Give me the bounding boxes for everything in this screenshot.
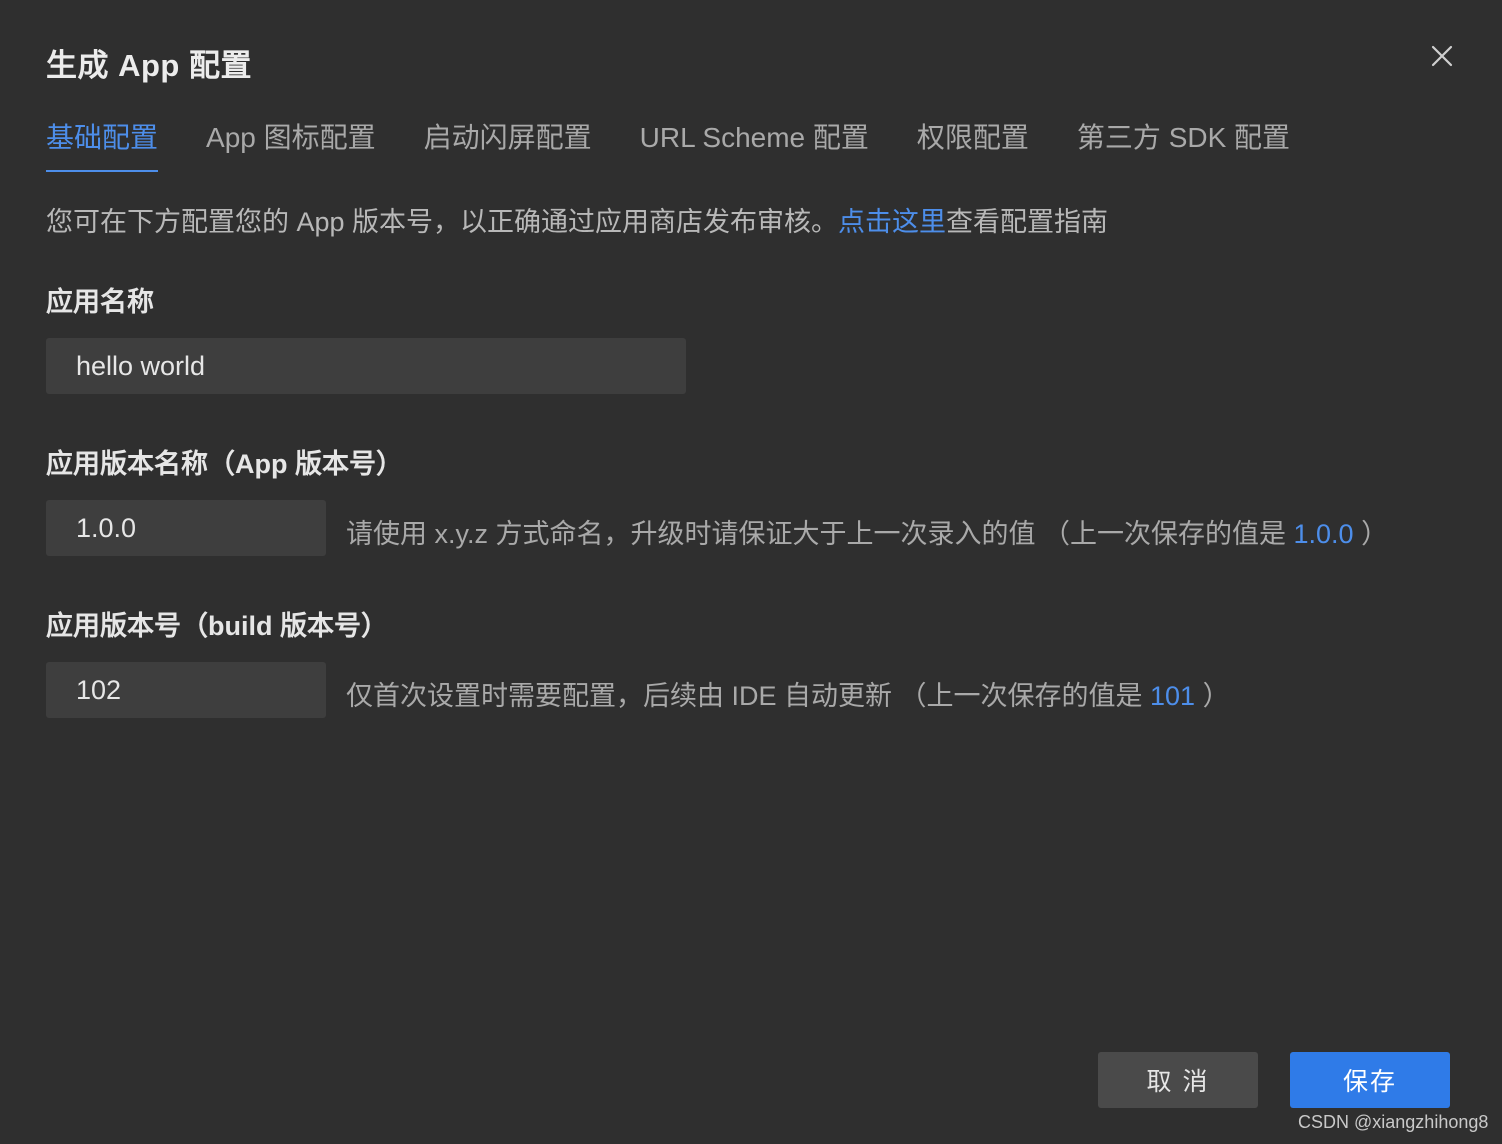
- config-tabs: 基础配置 App 图标配置 启动闪屏配置 URL Scheme 配置 权限配置 …: [46, 118, 1338, 174]
- tab-permission-config[interactable]: 权限配置: [917, 118, 1029, 172]
- intro-text: 您可在下方配置您的 App 版本号，以正确通过应用商店发布审核。点击这里查看配置…: [46, 200, 1108, 239]
- app-config-dialog: 生成 App 配置 基础配置 App 图标配置 启动闪屏配置 URL Schem…: [0, 0, 1502, 1144]
- intro-text-before: 您可在下方配置您的 App 版本号，以正确通过应用商店发布审核。: [46, 207, 839, 237]
- build-number-hint-end: ）: [1195, 681, 1230, 711]
- build-number-hint: 仅首次设置时需要配置，后续由 IDE 自动更新 （上一次保存的值是 101 ）: [346, 674, 1230, 713]
- dialog-title: 生成 App 配置: [46, 48, 252, 83]
- app-name-input[interactable]: [46, 338, 686, 394]
- build-number-hint-text: 仅首次设置时需要配置，后续由 IDE 自动更新 （上一次保存的值是: [346, 681, 1151, 711]
- build-number-last-value: 101: [1150, 681, 1196, 711]
- tab-splash-config[interactable]: 启动闪屏配置: [424, 118, 592, 172]
- guide-link[interactable]: 点击这里: [838, 207, 946, 237]
- build-number-input[interactable]: [46, 662, 326, 718]
- version-name-hint-text: 请使用 x.y.z 方式命名，升级时请保证大于上一次录入的值 （上一次保存的值是: [346, 519, 1294, 549]
- tab-app-icon-config[interactable]: App 图标配置: [206, 118, 376, 172]
- close-button[interactable]: [1424, 38, 1460, 74]
- app-name-label: 应用名称: [46, 287, 154, 317]
- intro-text-after: 查看配置指南: [946, 207, 1109, 237]
- version-name-label: 应用版本名称（App 版本号）: [46, 449, 403, 479]
- tab-basic-config[interactable]: 基础配置: [46, 118, 159, 172]
- watermark: CSDN @xiangzhihong8: [1298, 1112, 1489, 1132]
- tab-url-scheme-config[interactable]: URL Scheme 配置: [640, 118, 869, 172]
- cancel-button[interactable]: 取 消: [1098, 1052, 1258, 1108]
- version-name-hint-end: ）: [1353, 519, 1389, 549]
- version-name-last-value: 1.0.0: [1293, 519, 1354, 549]
- save-button[interactable]: 保存: [1290, 1052, 1450, 1108]
- build-number-label: 应用版本号（build 版本号）: [46, 611, 388, 641]
- version-name-input[interactable]: [46, 500, 326, 556]
- tab-third-party-sdk-config[interactable]: 第三方 SDK 配置: [1077, 118, 1290, 172]
- close-icon: [1431, 45, 1453, 67]
- version-name-hint: 请使用 x.y.z 方式命名，升级时请保证大于上一次录入的值 （上一次保存的值是…: [346, 512, 1388, 551]
